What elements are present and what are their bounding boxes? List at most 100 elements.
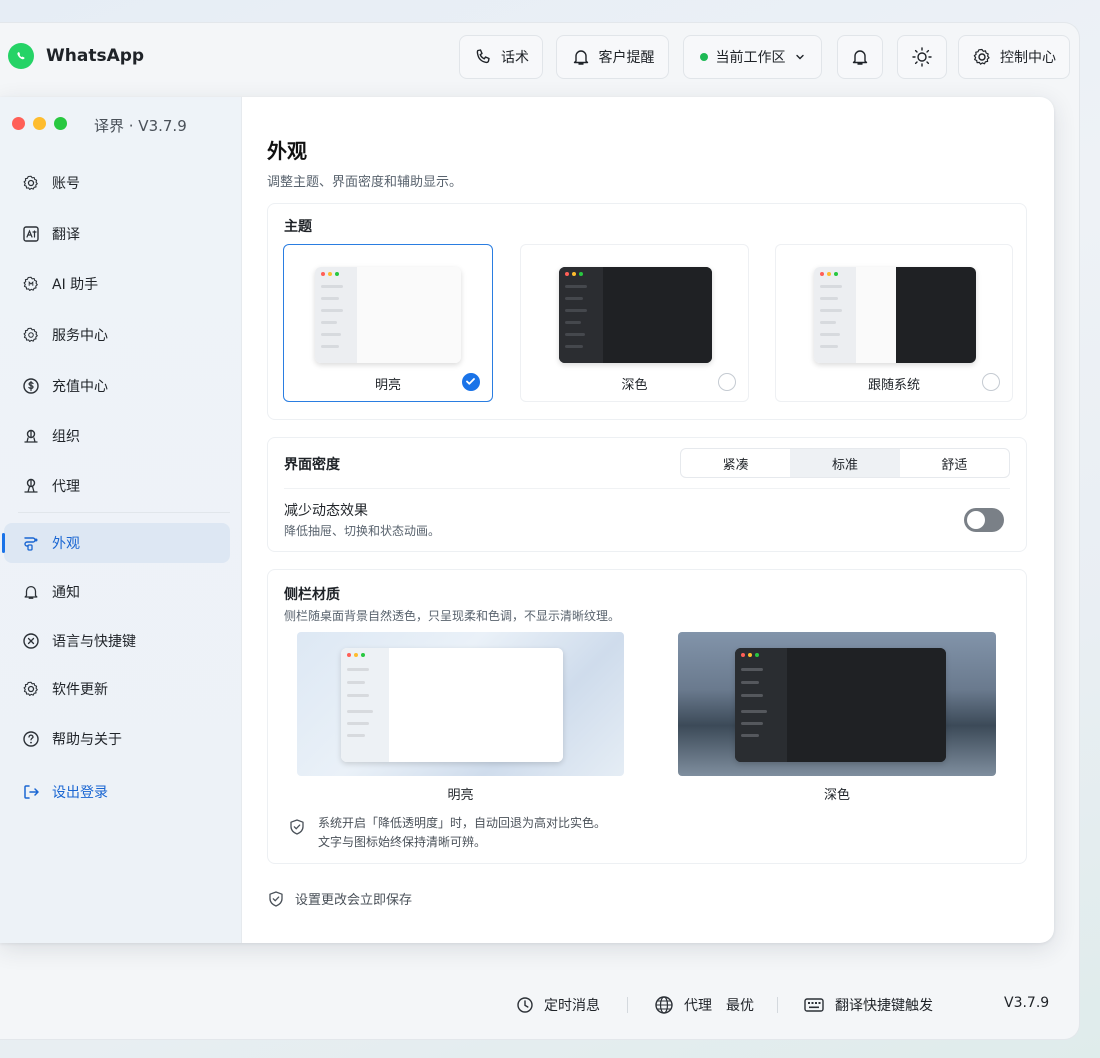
density-option-standard[interactable]: 标准 <box>790 449 900 477</box>
material-light-preview[interactable] <box>297 632 624 776</box>
app-shell: WhatsApp 话术 客户提醒 当前工作区 控制中心 译界 · V3.7.9 … <box>0 22 1080 1040</box>
chevron-down-icon <box>795 54 804 60</box>
scripts-button[interactable]: 话术 <box>459 35 543 79</box>
window-title: 译界 · V3.7.9 <box>94 117 187 135</box>
phone-icon <box>476 49 490 64</box>
palette-icon <box>24 537 38 551</box>
material-dark-preview[interactable] <box>678 632 996 776</box>
translate-shortcut-label: 翻译快捷键触发 <box>835 998 933 1014</box>
sidebar-item-organization[interactable]: 组织 <box>4 416 230 456</box>
page-subtitle: 调整主题、界面密度和辅助显示。 <box>267 175 463 190</box>
theme-option-system[interactable]: 跟随系统 <box>775 244 1013 402</box>
notifications-button[interactable] <box>837 35 883 79</box>
reminders-label: 客户提醒 <box>598 50 655 66</box>
close-circle-icon <box>23 633 39 649</box>
sidebar-item-label: 代理 <box>52 479 80 495</box>
workspace-selector[interactable]: 当前工作区 <box>683 35 822 79</box>
reminders-button[interactable]: 客户提醒 <box>556 35 669 79</box>
material-light-label: 明亮 <box>447 788 474 803</box>
maximize-window-button[interactable] <box>54 117 67 130</box>
gear-icon <box>973 48 990 65</box>
logout-icon <box>24 785 39 799</box>
brand: WhatsApp <box>8 43 144 69</box>
save-note-text: 设置更改会立即保存 <box>295 893 413 908</box>
reduce-motion-title: 减少动态效果 <box>284 503 368 519</box>
material-note-line2: 文字与图标始终保持清晰可辨。 <box>318 835 487 849</box>
sidebar-item-ai-assistant[interactable]: AI 助手 <box>4 264 230 304</box>
globe-icon <box>655 996 673 1014</box>
logout-label: 设出登录 <box>52 785 108 801</box>
sidebar-item-software-update[interactable]: 软件更新 <box>4 669 230 709</box>
shield-icon <box>269 890 283 907</box>
theme-option-light[interactable]: 明亮 <box>283 244 493 402</box>
proxy-status-button[interactable]: 代理 最优 <box>654 995 754 1015</box>
sidebar-item-label: 服务中心 <box>52 328 108 344</box>
status-divider <box>777 997 778 1013</box>
version-label: V3.7.9 <box>1004 995 1050 1011</box>
window-controls <box>12 117 67 130</box>
check-icon <box>466 378 475 385</box>
control-center-button[interactable]: 控制中心 <box>958 35 1070 79</box>
bell-icon <box>24 585 38 599</box>
close-window-button[interactable] <box>12 117 25 130</box>
sidebar-item-proxy[interactable]: 代理 <box>4 466 230 506</box>
theme-option-label: 深色 <box>621 378 648 393</box>
theme-radio[interactable] <box>718 373 736 391</box>
sidebar-item-language-shortcuts[interactable]: 语言与快捷键 <box>4 621 230 661</box>
service-icon <box>23 327 38 343</box>
material-title: 侧栏材质 <box>284 587 340 603</box>
dollar-icon <box>23 378 39 394</box>
bell-icon <box>852 50 868 65</box>
proxy-icon <box>24 478 38 493</box>
workspace-label: 当前工作区 <box>715 50 786 66</box>
settings-window: 译界 · V3.7.9 账号 翻译 AI 助手 服务中心 充值中心 组织 代理 … <box>0 97 1054 943</box>
status-bar: 定时消息 代理 最优 翻译快捷键触发 V3.7.9 <box>0 983 1080 1027</box>
sidebar-item-label: 通知 <box>52 585 80 601</box>
density-option-comfortable[interactable]: 舒适 <box>900 449 1009 477</box>
control-center-label: 控制中心 <box>1000 50 1056 66</box>
reduce-motion-toggle[interactable] <box>964 508 1004 532</box>
sidebar-item-notifications[interactable]: 通知 <box>4 572 230 612</box>
sidebar-item-label: 语言与快捷键 <box>52 634 136 650</box>
theme-radio-checked[interactable] <box>462 373 480 391</box>
theme-radio[interactable] <box>982 373 1000 391</box>
light-material-window <box>341 648 563 762</box>
minimize-window-button[interactable] <box>33 117 46 130</box>
bell-icon <box>573 50 588 65</box>
sidebar-item-label: 充值中心 <box>52 379 108 395</box>
sidebar-item-label: 外观 <box>52 536 80 552</box>
status-divider <box>627 997 628 1013</box>
translate-icon <box>23 226 39 242</box>
save-note: 设置更改会立即保存 <box>267 889 412 908</box>
sidebar-item-help-about[interactable]: 帮助与关于 <box>4 719 230 759</box>
sidebar-material-card: 侧栏材质 侧栏随桌面背景自然透色，只呈现柔和色调，不显示清晰纹理。 明亮 深色 … <box>267 569 1027 864</box>
theme-option-label: 跟随系统 <box>867 378 920 393</box>
sidebar-item-label: 帮助与关于 <box>52 732 122 748</box>
gear-icon <box>23 681 38 697</box>
dark-theme-preview <box>559 267 712 363</box>
ai-gear-icon <box>23 276 38 292</box>
dark-material-window <box>735 648 946 762</box>
theme-option-dark[interactable]: 深色 <box>520 244 749 402</box>
translate-shortcut-button[interactable]: 翻译快捷键触发 <box>803 995 933 1015</box>
sidebar-item-appearance[interactable]: 外观 <box>2 523 230 563</box>
density-option-compact[interactable]: 紧凑 <box>681 449 790 477</box>
sidebar-item-service-center[interactable]: 服务中心 <box>4 315 230 355</box>
theme-toggle-button[interactable] <box>897 35 947 79</box>
scheduled-messages-button[interactable]: 定时消息 <box>516 995 600 1015</box>
sidebar-item-translate[interactable]: 翻译 <box>4 214 230 254</box>
sidebar-item-account[interactable]: 账号 <box>4 163 230 203</box>
density-divider <box>284 488 1010 489</box>
scheduled-messages-label: 定时消息 <box>544 998 600 1014</box>
proxy-label: 代理 <box>684 998 712 1014</box>
whatsapp-logo-icon <box>8 43 34 69</box>
sidebar-divider <box>18 512 230 513</box>
sidebar: 译界 · V3.7.9 账号 翻译 AI 助手 服务中心 充值中心 组织 代理 … <box>0 97 242 943</box>
logout-button[interactable]: 设出登录 <box>4 772 230 812</box>
reduce-motion-desc: 降低抽屉、切换和状态动画。 <box>284 524 441 538</box>
sidebar-item-recharge[interactable]: 充值中心 <box>4 366 230 406</box>
density-segmented-control: 紧凑 标准 舒适 <box>680 448 1010 478</box>
shield-icon <box>290 819 304 835</box>
system-theme-preview <box>814 267 976 363</box>
scripts-label: 话术 <box>501 50 529 66</box>
